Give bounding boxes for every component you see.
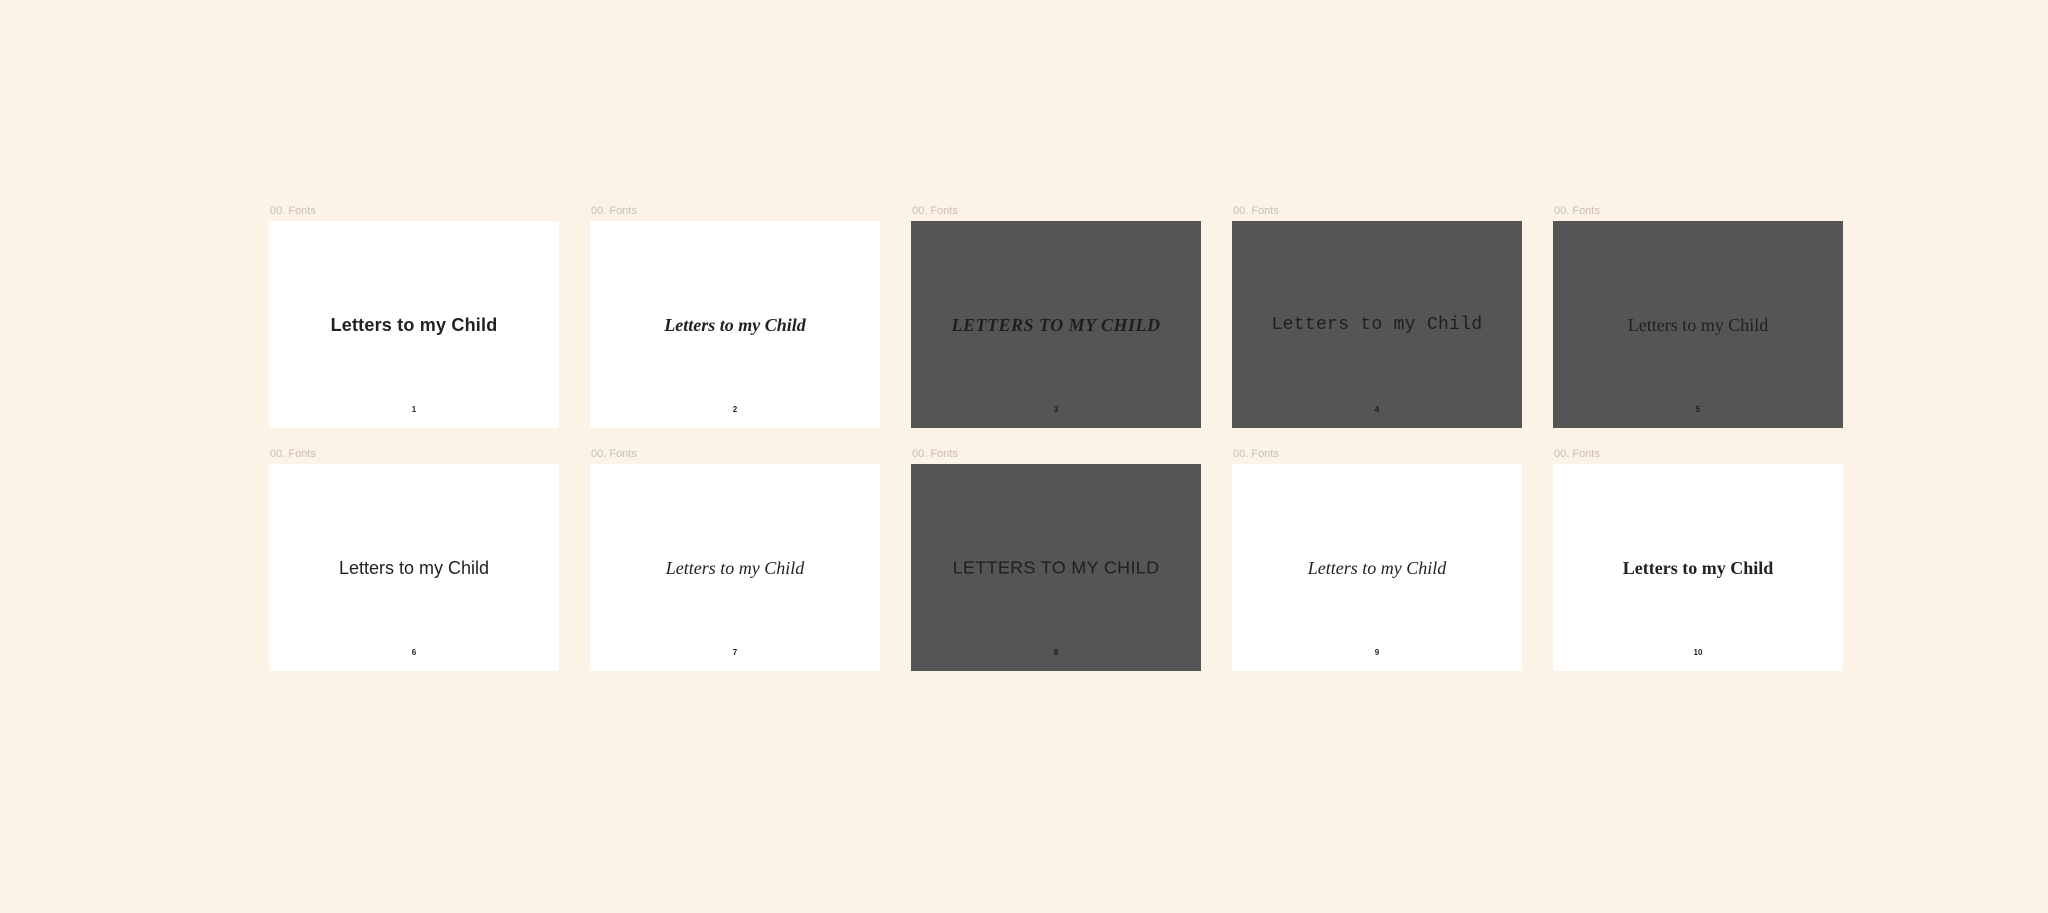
font-preview-cell: 00. Fonts Letters to my Child 4 <box>1232 205 1522 428</box>
frame-label: 00. Fonts <box>1553 205 1843 217</box>
frame-label: 00. Fonts <box>269 448 559 460</box>
font-preview-cell: 00. Fonts LETTERS TO MY CHILD 3 <box>911 205 1201 428</box>
font-sample-text: Letters to my Child <box>1623 559 1773 577</box>
card-index: 10 <box>1553 648 1843 657</box>
font-preview-card-6[interactable]: Letters to my Child 6 <box>269 464 559 671</box>
font-preview-card-1[interactable]: Letters to my Child 1 <box>269 221 559 428</box>
font-sample-text: Letters to my Child <box>666 559 805 577</box>
font-preview-cell: 00. Fonts Letters to my Child 5 <box>1553 205 1843 428</box>
card-index: 7 <box>590 648 880 657</box>
card-index: 2 <box>590 405 880 414</box>
font-preview-grid: 00. Fonts Letters to my Child 1 00. Font… <box>269 205 1843 671</box>
font-sample-text: Letters to my Child <box>1628 316 1768 334</box>
card-index: 3 <box>911 405 1201 414</box>
font-preview-card-4[interactable]: Letters to my Child 4 <box>1232 221 1522 428</box>
font-preview-card-3[interactable]: LETTERS TO MY CHILD 3 <box>911 221 1201 428</box>
frame-label: 00. Fonts <box>269 205 559 217</box>
font-sample-text: Letters to my Child <box>1308 559 1447 577</box>
frame-label: 00. Fonts <box>1232 205 1522 217</box>
card-index: 9 <box>1232 648 1522 657</box>
font-preview-card-10[interactable]: Letters to my Child 10 <box>1553 464 1843 671</box>
frame-label: 00. Fonts <box>1553 448 1843 460</box>
font-preview-cell: 00. Fonts Letters to my Child 9 <box>1232 448 1522 671</box>
font-sample-text: Letters to my Child <box>339 559 489 577</box>
frame-label: 00. Fonts <box>911 205 1201 217</box>
font-sample-text: Letters to my Child <box>331 316 498 334</box>
font-preview-cell: 00. Fonts Letters to my Child 6 <box>269 448 559 671</box>
font-preview-card-8[interactable]: Letters to my Child 8 <box>911 464 1201 671</box>
card-index: 8 <box>911 648 1201 657</box>
font-sample-text: Letters to my Child <box>1272 316 1483 334</box>
card-index: 6 <box>269 648 559 657</box>
font-preview-cell: 00. Fonts Letters to my Child 10 <box>1553 448 1843 671</box>
design-canvas[interactable]: 00. Fonts Letters to my Child 1 00. Font… <box>0 0 2048 913</box>
font-preview-card-7[interactable]: Letters to my Child 7 <box>590 464 880 671</box>
card-index: 4 <box>1232 405 1522 414</box>
font-preview-card-9[interactable]: Letters to my Child 9 <box>1232 464 1522 671</box>
frame-label: 00. Fonts <box>1232 448 1522 460</box>
frame-label: 00. Fonts <box>911 448 1201 460</box>
font-preview-cell: 00. Fonts Letters to my Child 7 <box>590 448 880 671</box>
font-preview-card-2[interactable]: Letters to my Child 2 <box>590 221 880 428</box>
font-sample-text: Letters to my Child <box>953 559 1160 576</box>
font-preview-cell: 00. Fonts Letters to my Child 2 <box>590 205 880 428</box>
card-index: 5 <box>1553 405 1843 414</box>
frame-label: 00. Fonts <box>590 205 880 217</box>
font-preview-card-5[interactable]: Letters to my Child 5 <box>1553 221 1843 428</box>
frame-label: 00. Fonts <box>590 448 880 460</box>
font-sample-text: Letters to my Child <box>664 316 806 334</box>
card-index: 1 <box>269 405 559 414</box>
font-preview-cell: 00. Fonts Letters to my Child 8 <box>911 448 1201 671</box>
font-preview-cell: 00. Fonts Letters to my Child 1 <box>269 205 559 428</box>
font-sample-text: LETTERS TO MY CHILD <box>951 316 1160 334</box>
